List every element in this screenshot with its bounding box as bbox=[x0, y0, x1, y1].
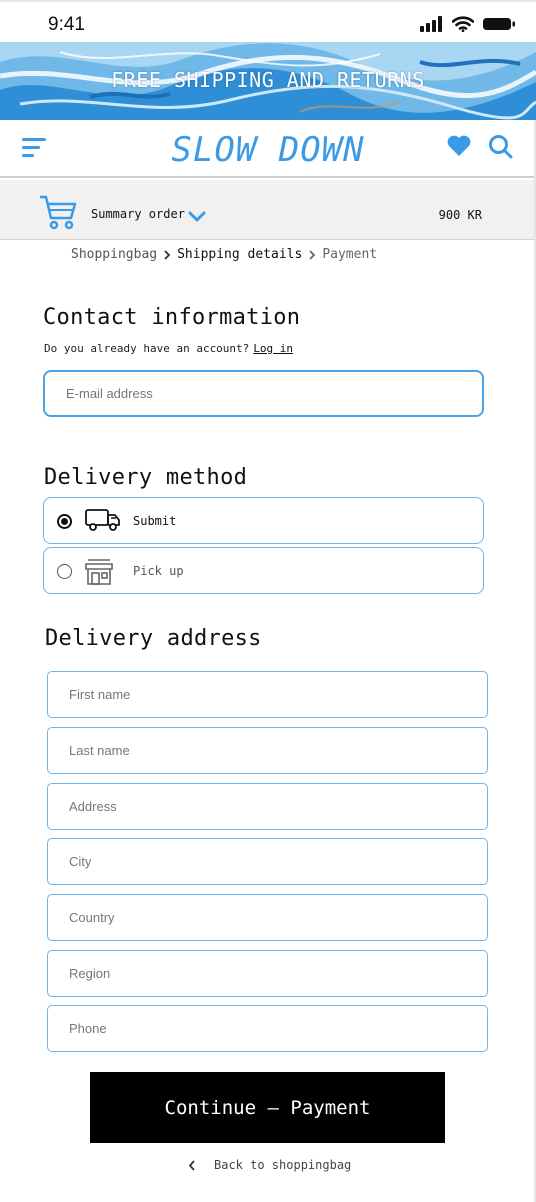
store-icon bbox=[84, 558, 114, 590]
first-name-field-wrapper bbox=[47, 671, 488, 718]
contact-section-title: Contact information bbox=[43, 305, 301, 330]
heart-icon bbox=[447, 135, 471, 156]
region-field-wrapper bbox=[47, 950, 488, 997]
city-field-wrapper bbox=[47, 838, 488, 885]
promo-banner: FREE SHIPPING AND RETURNS bbox=[0, 42, 536, 120]
delivery-option-label: Pick up bbox=[133, 564, 184, 578]
chevron-right-icon bbox=[163, 249, 171, 260]
hamburger-menu-icon bbox=[22, 138, 46, 157]
banner-text: FREE SHIPPING AND RETURNS bbox=[111, 68, 425, 92]
city-field[interactable] bbox=[48, 839, 487, 884]
phone-field-wrapper bbox=[47, 1005, 488, 1052]
radio-unselected[interactable] bbox=[57, 564, 72, 579]
search-icon bbox=[489, 135, 513, 159]
country-field[interactable] bbox=[48, 895, 487, 940]
menu-button[interactable] bbox=[22, 136, 48, 160]
wifi-icon bbox=[452, 16, 474, 32]
email-field-wrapper bbox=[43, 370, 484, 417]
back-to-shoppingbag-link[interactable]: Back to shoppingbag bbox=[188, 1158, 351, 1172]
summary-order-label[interactable]: Summary order bbox=[91, 207, 185, 221]
email-field[interactable] bbox=[45, 372, 482, 415]
delivery-truck-icon bbox=[84, 507, 122, 537]
continue-payment-button[interactable]: Continue — Payment bbox=[90, 1072, 445, 1143]
address-field-wrapper bbox=[47, 783, 488, 830]
login-link[interactable]: Log in bbox=[253, 342, 293, 355]
breadcrumb-shoppingbag[interactable]: Shoppingbag bbox=[71, 247, 157, 262]
delivery-method-title: Delivery method bbox=[44, 465, 248, 490]
phone-field[interactable] bbox=[48, 1006, 487, 1051]
account-prompt-text: Do you already have an account? bbox=[44, 342, 250, 355]
site-header: SLOW DOWN bbox=[0, 120, 536, 178]
battery-icon bbox=[483, 18, 515, 30]
favorites-button[interactable] bbox=[446, 134, 472, 162]
delivery-option-pickup[interactable]: Pick up bbox=[43, 547, 484, 594]
chevron-down-icon bbox=[188, 211, 206, 222]
last-name-field[interactable] bbox=[48, 728, 487, 773]
summary-expand-button[interactable] bbox=[188, 208, 206, 227]
radio-selected[interactable] bbox=[57, 514, 72, 529]
breadcrumb-payment[interactable]: Payment bbox=[322, 247, 377, 262]
breadcrumb-shipping-details: Shipping details bbox=[177, 247, 303, 262]
summary-order-bar: Summary order 900 KR bbox=[0, 180, 536, 240]
cellular-signal-icon bbox=[420, 16, 442, 32]
status-bar: 9:41 bbox=[0, 0, 536, 42]
delivery-option-label: Submit bbox=[133, 514, 177, 528]
first-name-field[interactable] bbox=[48, 672, 487, 717]
country-field-wrapper bbox=[47, 894, 488, 941]
search-button[interactable] bbox=[488, 134, 514, 164]
breadcrumb: Shoppingbag Shipping details Payment bbox=[71, 247, 377, 262]
account-prompt: Do you already have an account? Log in bbox=[44, 342, 293, 355]
back-link-label: Back to shoppingbag bbox=[214, 1158, 352, 1172]
delivery-option-submit[interactable]: Submit bbox=[43, 497, 484, 544]
status-time: 9:41 bbox=[48, 14, 85, 35]
cart-button[interactable] bbox=[38, 194, 78, 236]
chevron-right-icon bbox=[308, 249, 316, 260]
shopping-cart-icon bbox=[40, 195, 77, 230]
delivery-address-title: Delivery address bbox=[45, 626, 262, 651]
region-field[interactable] bbox=[48, 951, 487, 996]
last-name-field-wrapper bbox=[47, 727, 488, 774]
status-icons bbox=[420, 16, 516, 32]
chevron-left-icon bbox=[188, 1159, 196, 1171]
order-total: 900 KR bbox=[438, 208, 482, 222]
address-field[interactable] bbox=[48, 784, 487, 829]
